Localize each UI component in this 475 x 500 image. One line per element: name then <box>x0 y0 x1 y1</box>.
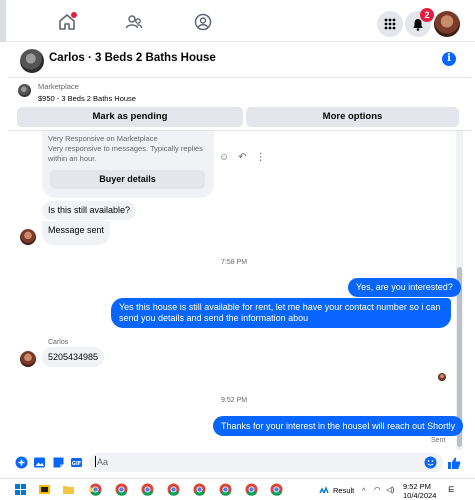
notification-center-icon[interactable]: ⋿ <box>448 485 455 494</box>
chrome-icon[interactable] <box>219 483 232 496</box>
message-incoming: Message sent <box>42 221 111 245</box>
chrome-icon[interactable] <box>167 483 180 496</box>
left-edge <box>0 0 6 42</box>
like-icon[interactable] <box>447 456 461 469</box>
chat-title[interactable]: Carlos · 3 Beds 2 Baths House <box>49 52 216 64</box>
chrome-icon[interactable] <box>245 483 258 496</box>
emoji-icon[interactable] <box>424 456 437 469</box>
sender-name: Carlos <box>48 339 69 346</box>
message-line: Yes this house is still available for re… <box>119 302 441 312</box>
chrome-icon[interactable] <box>193 483 206 496</box>
marketplace-listing-bar[interactable]: Marketplace $950 - 3 Beds 2 Baths House <box>8 78 471 106</box>
volume-icon[interactable]: ◁) <box>386 485 394 494</box>
timestamp: 9:52 PM <box>221 397 248 404</box>
seen-avatar <box>438 373 446 381</box>
message-outgoing: Thanks for your interest in the houseI w… <box>213 416 464 436</box>
menu-grid-icon[interactable] <box>377 11 403 37</box>
add-icon[interactable] <box>15 456 28 469</box>
tray-chevron-icon[interactable]: ^ <box>362 486 366 495</box>
taskbar-search-result[interactable]: Result <box>333 486 354 495</box>
chrome-icon[interactable] <box>270 483 283 496</box>
wifi-icon[interactable]: ◠ <box>374 485 381 494</box>
timestamp: 7:58 PM <box>221 259 248 266</box>
notification-badge: 2 <box>420 8 434 22</box>
sender-avatar <box>20 351 36 367</box>
weather-icon[interactable] <box>318 483 331 496</box>
message-outgoing: Yes this house is still available for re… <box>111 298 451 328</box>
message-input[interactable]: Aa <box>89 453 443 472</box>
text-caret <box>95 456 96 467</box>
image-icon[interactable] <box>33 456 46 469</box>
mark-as-pending-button[interactable]: Mark as pending <box>17 107 243 127</box>
message-actions: ☺ ↶ ⋮ <box>219 152 275 163</box>
message-line: send you details and send the informatio… <box>119 313 309 323</box>
message-incoming: Is this still available? <box>42 201 137 220</box>
file-explorer-icon[interactable] <box>62 483 75 496</box>
responsiveness-detail: Very responsive to messages. Typically r… <box>48 144 203 163</box>
clock-date[interactable]: 10/4/2024 <box>403 491 436 500</box>
sent-status: Sent <box>431 437 446 444</box>
svg-text:GIF: GIF <box>72 461 81 467</box>
home-notification-dot <box>71 12 77 18</box>
sticker-icon[interactable] <box>52 456 65 469</box>
chrome-icon[interactable] <box>141 483 154 496</box>
clock-time[interactable]: 9:52 PM <box>403 482 431 491</box>
buyer-details-button[interactable]: Buyer details <box>50 170 205 189</box>
marketplace-label: Marketplace <box>38 82 79 91</box>
message-outgoing: Yes, are you interested? <box>348 278 461 297</box>
reply-icon[interactable]: ↶ <box>238 152 246 163</box>
account-avatar[interactable] <box>434 11 460 37</box>
contact-avatar[interactable] <box>20 49 44 73</box>
chat-header: Carlos · 3 Beds 2 Baths House i <box>8 42 471 78</box>
chrome-icon[interactable] <box>115 483 128 496</box>
chrome-icon[interactable] <box>89 483 102 496</box>
responsiveness-title: Very Responsive on Marketplace <box>48 134 158 143</box>
message-input-placeholder: Aa <box>97 457 109 467</box>
listing-thumbnail <box>18 84 31 97</box>
groups-icon[interactable] <box>125 13 143 31</box>
windows-start-icon[interactable] <box>14 483 27 496</box>
more-icon[interactable]: ⋮ <box>256 152 266 163</box>
info-icon[interactable]: i <box>442 52 456 66</box>
react-icon[interactable]: ☺ <box>219 152 229 163</box>
profile-icon[interactable] <box>194 13 212 31</box>
taskbar-app-icon[interactable] <box>38 483 51 496</box>
gif-icon[interactable]: GIF <box>70 456 83 469</box>
more-options-button[interactable]: More options <box>246 107 459 127</box>
message-incoming: 5205434985 <box>42 347 105 367</box>
listing-title: $950 - 3 Beds 2 Baths House <box>38 94 136 103</box>
sender-avatar <box>20 229 36 245</box>
